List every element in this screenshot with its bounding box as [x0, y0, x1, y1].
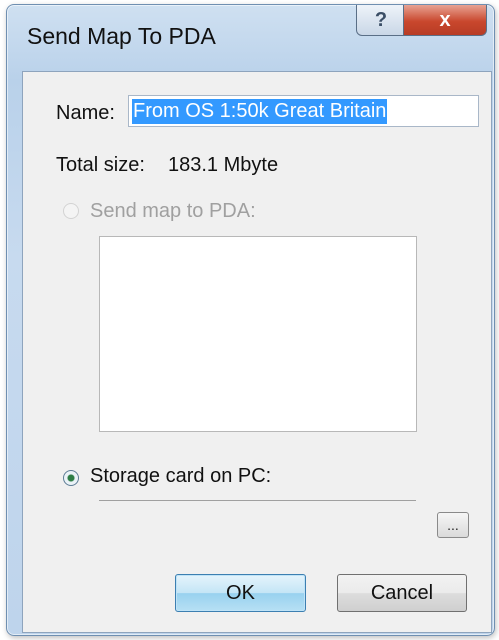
window-title: Send Map To PDA [27, 23, 216, 49]
send-to-pda-radio[interactable] [63, 203, 79, 219]
storage-card-radio[interactable] [63, 470, 79, 486]
pda-device-list[interactable] [99, 236, 417, 432]
dialog-window: Send Map To PDA ? x Name: From OS 1:50k … [6, 4, 495, 636]
name-label: Name: [56, 102, 115, 124]
name-input-value: From OS 1:50k Great Britain [132, 98, 388, 124]
send-to-pda-label: Send map to PDA: [90, 200, 256, 222]
cancel-button[interactable]: Cancel [337, 574, 467, 612]
total-size-value: 183.1 Mbyte [168, 154, 279, 176]
browse-button[interactable]: ... [437, 512, 469, 538]
cancel-button-label: Cancel [370, 581, 434, 604]
total-size-label: Total size: [56, 154, 145, 176]
dialog-content: Name: From OS 1:50k Great Britain Total … [22, 71, 492, 633]
title-bar[interactable]: Send Map To PDA ? x [7, 5, 494, 75]
ok-button-label: OK [226, 581, 255, 604]
close-button[interactable]: x [403, 5, 487, 36]
storage-card-label: Storage card on PC: [90, 465, 272, 487]
browse-button-label: ... [447, 517, 459, 533]
name-input[interactable]: From OS 1:50k Great Britain [128, 95, 479, 127]
storage-path-field[interactable] [99, 500, 416, 530]
close-icon: x [439, 8, 451, 31]
help-button[interactable]: ? [356, 5, 406, 36]
ok-button[interactable]: OK [175, 574, 306, 612]
help-icon: ? [374, 8, 388, 31]
